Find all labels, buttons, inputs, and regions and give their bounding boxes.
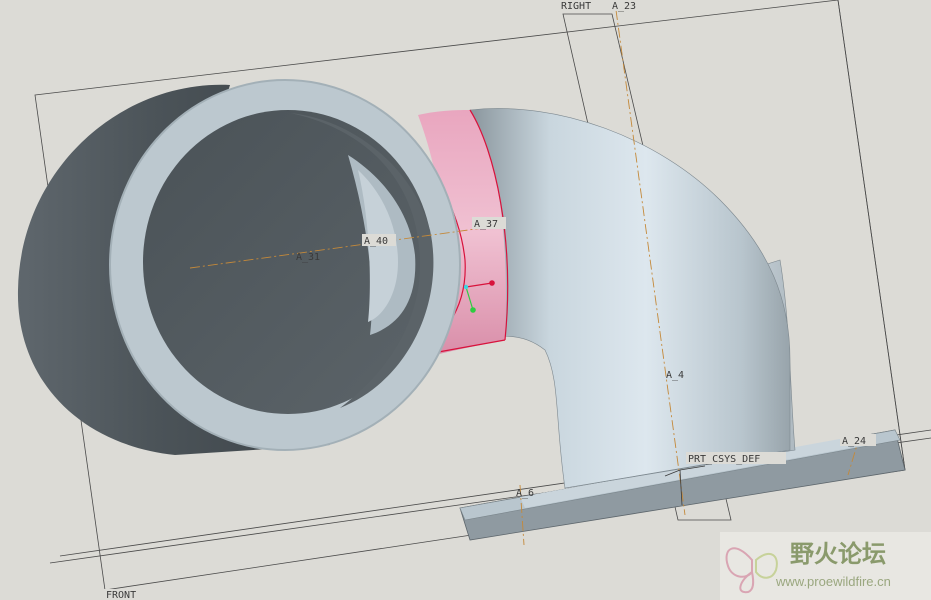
csys-label: PRT_CSYS_DEF (688, 454, 760, 465)
datum-axis-a31-label: A_31 (296, 252, 320, 263)
datum-axis-a4-label: A_4 (666, 370, 684, 381)
datum-plane-right-label: RIGHT (561, 1, 591, 12)
watermark-title: 野火论坛 (790, 540, 886, 568)
inlet-pipe-bore[interactable] (143, 110, 434, 414)
label-front[interactable]: FRONT (104, 589, 150, 600)
datum-axis-a23-label: A_23 (612, 1, 636, 12)
datum-axis-a40-label: A_40 (364, 236, 388, 247)
elbow-bend[interactable] (469, 108, 791, 489)
label-a23[interactable]: A_23 (610, 0, 650, 12)
green-drag-handle[interactable] (470, 307, 476, 313)
watermark-url: www.proewildfire.cn (775, 574, 891, 589)
datum-axis-a24-label: A_24 (842, 436, 866, 447)
label-a40[interactable]: A_40 (362, 234, 396, 247)
label-right[interactable]: RIGHT (559, 0, 603, 12)
red-drag-handle[interactable] (489, 280, 495, 286)
label-csys[interactable]: PRT_CSYS_DEF (686, 452, 786, 465)
label-a6[interactable]: A_6 (516, 488, 534, 499)
model-canvas[interactable]: RIGHT A_23 A_31 A_40 A_37 A_4 A_24 A_6 P… (0, 0, 931, 600)
forum-watermark: 野火论坛 www.proewildfire.cn (720, 532, 931, 600)
label-a24[interactable]: A_24 (840, 434, 876, 447)
datum-plane-front-label: FRONT (106, 590, 136, 600)
label-a37[interactable]: A_37 (472, 217, 506, 230)
label-a31[interactable]: A_31 (296, 252, 320, 263)
datum-axis-a6-label: A_6 (516, 488, 534, 499)
label-a4[interactable]: A_4 (666, 370, 684, 381)
model-viewport[interactable]: RIGHT A_23 A_31 A_40 A_37 A_4 A_24 A_6 P… (0, 0, 931, 600)
datum-axis-a37-label: A_37 (474, 219, 498, 230)
cyan-anchor-point[interactable] (463, 284, 469, 290)
